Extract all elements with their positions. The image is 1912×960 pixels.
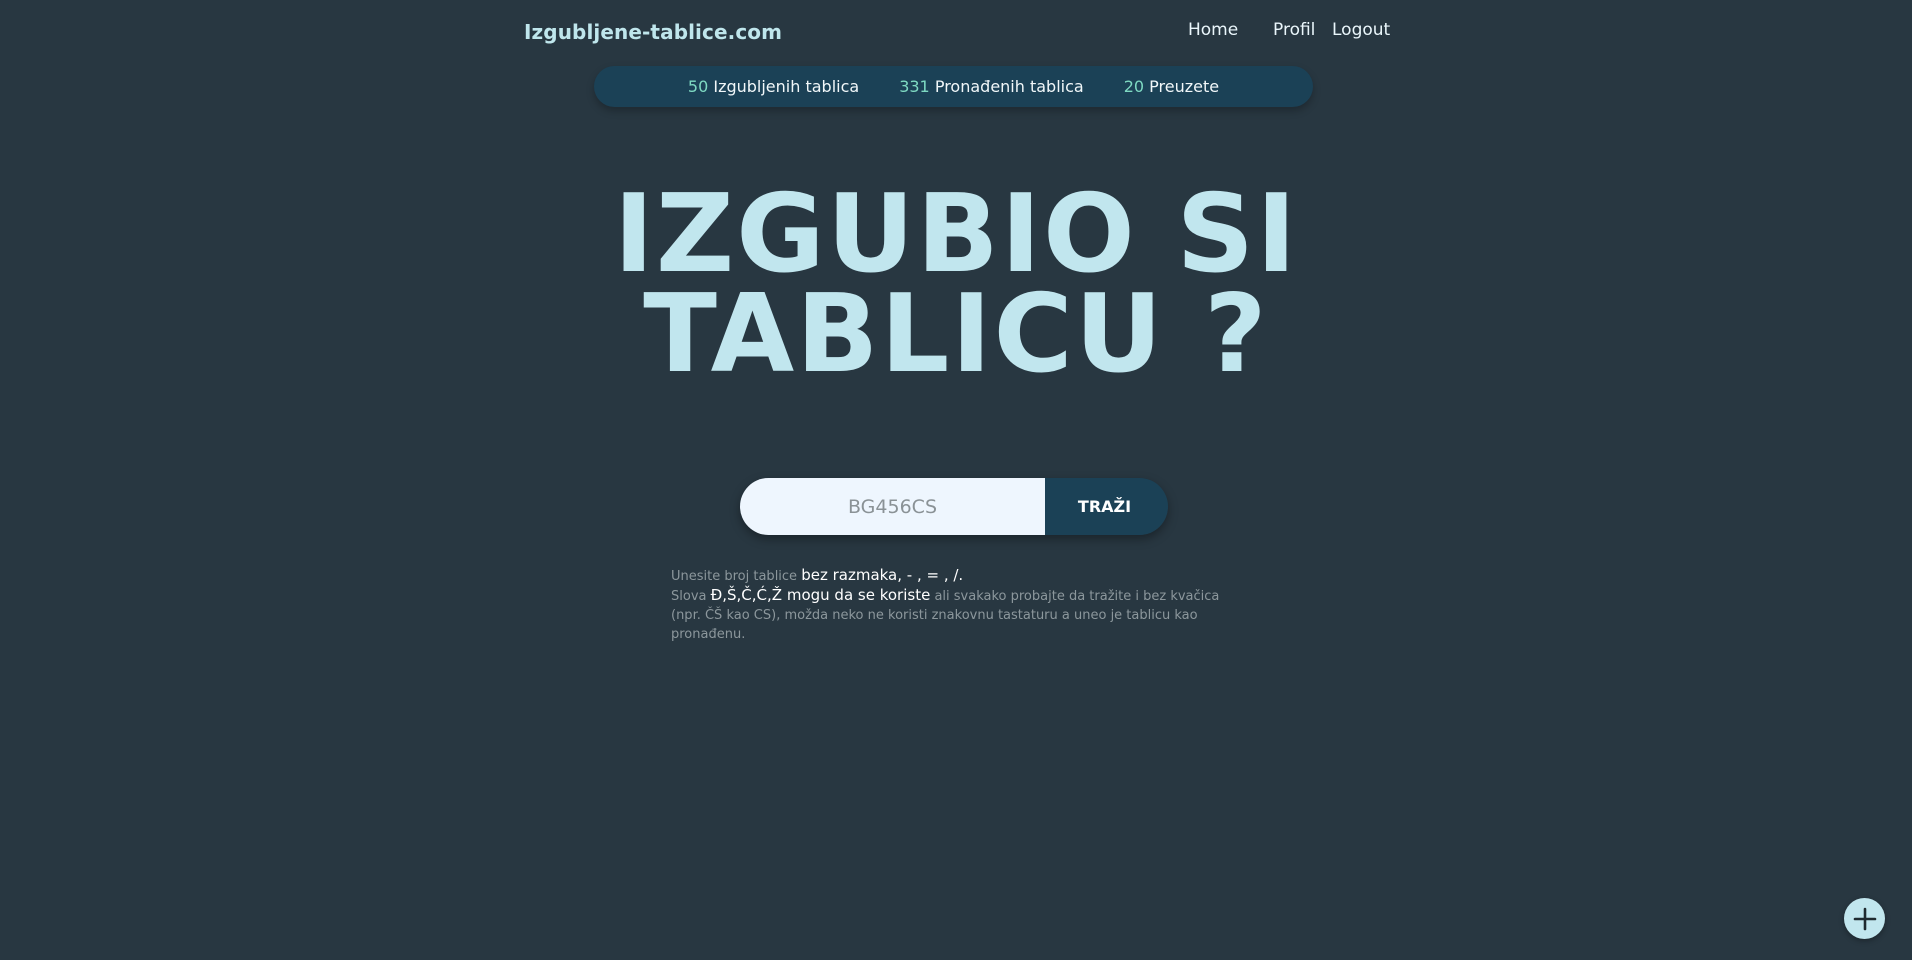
stat-lost-label: Izgubljenih tablica [713, 77, 860, 96]
plate-search-input[interactable] [740, 478, 1045, 535]
help-line-2-muted-a: Slova [671, 589, 707, 604]
help-line-1-muted: Unesite broj tablice [671, 569, 798, 584]
add-plate-button[interactable] [1844, 898, 1885, 939]
stat-found: 331 Pronađenih tablica [899, 77, 1084, 96]
nav-profil-link[interactable]: Profil [1273, 20, 1315, 40]
stats-bar: 50 Izgubljenih tablica 331 Pronađenih ta… [594, 66, 1313, 107]
search-help-text: Unesite broj tablice bez razmaka, - , = … [671, 566, 1231, 644]
nav-home-link[interactable]: Home [1188, 20, 1238, 40]
stat-taken-label: Preuzete [1149, 77, 1220, 96]
hero-heading: IZGUBIO SI TABLICU ? [0, 172, 1912, 397]
stat-found-label: Pronađenih tablica [934, 77, 1084, 96]
help-line-2: Slova Đ,Š,Č,Ć,Ž mogu da se koriste ali s… [671, 586, 1231, 644]
plus-icon [1853, 907, 1876, 930]
search-button[interactable]: TRAŽI [1045, 478, 1168, 535]
stat-lost: 50 Izgubljenih tablica [688, 77, 859, 96]
hero-line-2: TABLICU ? [643, 272, 1269, 397]
stat-found-count: 331 [899, 77, 930, 96]
help-line-1-emphasis: bez razmaka, - , = , /. [801, 566, 964, 584]
stat-lost-count: 50 [687, 77, 709, 96]
nav-logout-link[interactable]: Logout [1332, 20, 1390, 40]
help-line-1: Unesite broj tablice bez razmaka, - , = … [671, 566, 1231, 586]
help-line-2-emphasis: Đ,Š,Č,Ć,Ž mogu da se koriste [710, 586, 931, 604]
hero-line-1: IZGUBIO SI [613, 172, 1299, 297]
main-nav: Home Profil Logout [0, 20, 1912, 44]
stat-taken: 20 Preuzete [1124, 77, 1219, 96]
stat-taken-count: 20 [1123, 77, 1145, 96]
plate-search-form: TRAŽI [740, 478, 1168, 535]
